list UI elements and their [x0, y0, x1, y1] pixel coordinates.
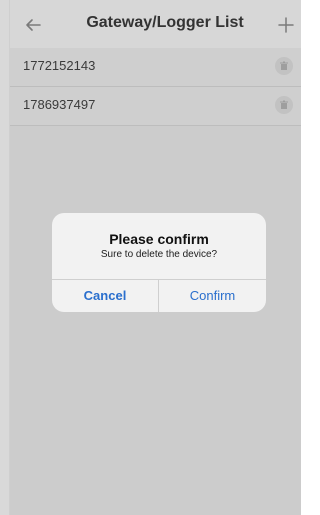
dialog-title: Please confirm	[109, 231, 209, 247]
trash-icon	[280, 61, 288, 70]
arrow-left-icon	[26, 19, 41, 31]
device-list: 1772152143 1786937497	[10, 48, 301, 126]
add-device-button[interactable]	[274, 13, 298, 37]
cancel-button[interactable]: Cancel	[52, 280, 158, 312]
delete-device-button[interactable]	[275, 57, 293, 75]
left-edge-strip	[0, 0, 9, 515]
dialog-message: Sure to delete the device?	[100, 249, 218, 260]
empty-list-area	[10, 126, 301, 515]
confirm-button[interactable]: Confirm	[159, 280, 266, 312]
app-header: Gateway/Logger List	[10, 0, 301, 48]
device-row[interactable]: 1786937497	[10, 87, 301, 126]
delete-device-button[interactable]	[275, 96, 293, 114]
device-id: 1786937497	[23, 97, 96, 112]
device-row[interactable]: 1772152143	[10, 48, 301, 87]
app-screen: Gateway/Logger List 1772152143 178693749…	[0, 0, 301, 515]
page-title: Gateway/Logger List	[86, 14, 244, 31]
trash-icon	[280, 100, 288, 109]
plus-icon	[278, 17, 294, 33]
device-id: 1772152143	[23, 58, 96, 73]
confirm-dialog: Please confirm Sure to delete the device…	[52, 213, 266, 312]
back-button[interactable]	[21, 13, 45, 37]
